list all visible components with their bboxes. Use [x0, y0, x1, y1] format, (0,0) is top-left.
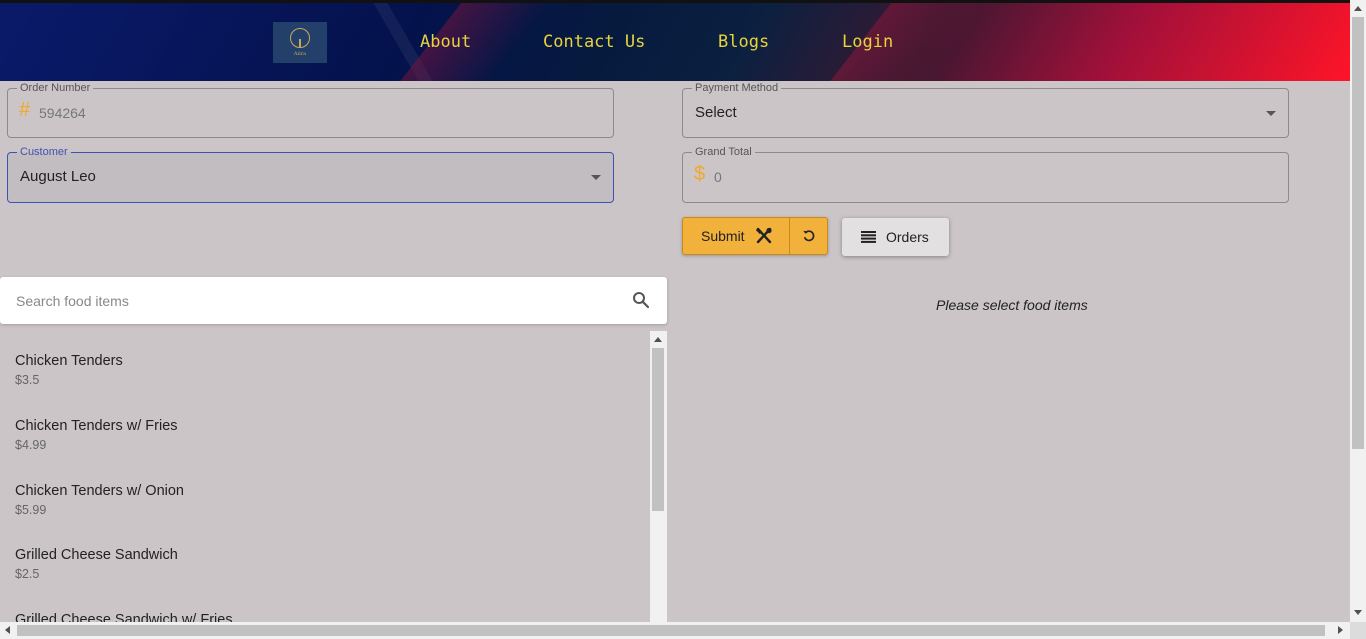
payment-method-select[interactable]: Payment Method Select — [682, 81, 1289, 138]
food-item[interactable]: Chicken Tenders w/ Onion $5.99 — [15, 483, 184, 517]
food-item[interactable]: Grilled Cheese Sandwich $2.5 — [15, 547, 178, 581]
order-empty-message: Please select food items — [936, 297, 1088, 313]
payment-method-label: Payment Method — [692, 81, 782, 95]
chevron-down-icon — [591, 175, 601, 180]
grand-total-value: 0 — [714, 169, 722, 185]
header-decor-stripe — [390, 3, 560, 81]
food-item-price: $5.99 — [15, 503, 47, 517]
site-header: Aiira About Contact Us Blogs Login — [0, 3, 1350, 81]
submit-button[interactable]: Submit — [683, 218, 789, 254]
submit-label: Submit — [701, 228, 745, 244]
hash-icon: # — [19, 99, 31, 121]
food-list-scrollbar[interactable] — [650, 331, 667, 622]
food-item[interactable]: Chicken Tenders w/ Fries $4.99 — [15, 418, 178, 452]
page-horizontal-scrollbar[interactable] — [0, 622, 1350, 639]
food-item-price: $4.99 — [15, 438, 47, 452]
customer-select[interactable]: Customer August Leo — [7, 145, 614, 203]
scroll-left-arrow-icon[interactable] — [5, 626, 10, 634]
chevron-down-icon — [1266, 111, 1276, 116]
page-vertical-scrollbar[interactable] — [1350, 0, 1366, 622]
food-search-box — [0, 277, 667, 324]
logo-text: Aiira — [293, 51, 307, 57]
orders-label: Orders — [886, 229, 929, 245]
scroll-right-arrow-icon[interactable] — [1338, 626, 1343, 634]
list-icon — [861, 231, 876, 243]
food-items-list: Chicken Tenders $3.5 Chicken Tenders w/ … — [0, 331, 650, 622]
order-number-field[interactable]: Order Number # 594264 — [7, 81, 614, 138]
tree-logo-icon — [290, 28, 310, 48]
search-icon[interactable] — [632, 291, 650, 309]
grand-total-field[interactable]: Grand Total $ 0 — [682, 145, 1289, 203]
order-number-value: 594264 — [39, 105, 86, 121]
scroll-down-arrow-icon[interactable] — [1354, 610, 1362, 615]
nav-blogs[interactable]: Blogs — [718, 32, 769, 52]
food-item[interactable]: Grilled Cheese Sandwich w/ Fries — [15, 612, 233, 622]
scrollbar-thumb[interactable] — [1352, 17, 1364, 449]
nav-login[interactable]: Login — [842, 32, 893, 52]
food-item-name: Grilled Cheese Sandwich — [15, 547, 178, 563]
food-item-name: Chicken Tenders — [15, 353, 123, 369]
order-number-label: Order Number — [17, 81, 94, 95]
refresh-icon — [802, 229, 816, 243]
orders-button[interactable]: Orders — [842, 218, 949, 256]
brand-logo[interactable]: Aiira — [273, 22, 327, 63]
food-item-name: Grilled Cheese Sandwich w/ Fries — [15, 612, 233, 622]
nav-about[interactable]: About — [420, 32, 471, 52]
customer-value: August Leo — [20, 168, 96, 185]
scroll-up-arrow-icon[interactable] — [654, 337, 662, 342]
submit-button-group: Submit — [682, 217, 828, 255]
customer-label: Customer — [17, 145, 71, 159]
nav-contact-us[interactable]: Contact Us — [543, 32, 645, 52]
food-item-price: $3.5 — [15, 373, 40, 387]
scrollbar-corner — [1350, 622, 1366, 639]
scroll-up-arrow-icon[interactable] — [1354, 6, 1362, 11]
dollar-icon: $ — [694, 163, 706, 185]
reset-button[interactable] — [790, 218, 828, 254]
food-item-name: Chicken Tenders w/ Onion — [15, 483, 184, 499]
food-item-price: $2.5 — [15, 567, 40, 581]
scrollbar-thumb[interactable] — [652, 348, 664, 511]
scrollbar-thumb[interactable] — [17, 625, 1325, 636]
grand-total-label: Grand Total — [692, 145, 755, 159]
food-item-name: Chicken Tenders w/ Fries — [15, 418, 178, 434]
food-item[interactable]: Chicken Tenders $3.5 — [15, 353, 123, 387]
payment-method-value: Select — [695, 104, 737, 121]
utensils-icon — [755, 227, 773, 245]
food-search-input[interactable] — [14, 290, 608, 312]
